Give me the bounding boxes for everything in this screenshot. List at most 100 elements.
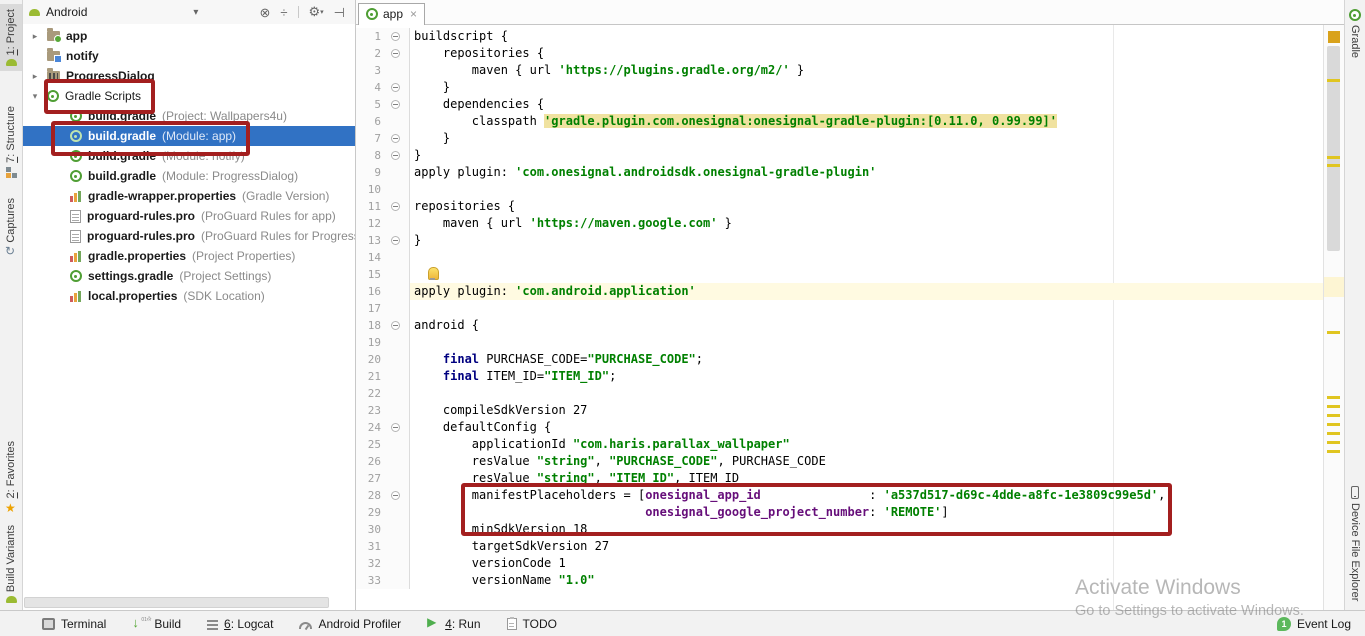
- event-log-button[interactable]: 1Event Log: [1277, 617, 1351, 631]
- code-text[interactable]: onesignal_google_project_number: 'REMOTE…: [410, 504, 1323, 521]
- code-text[interactable]: final PURCHASE_CODE="PURCHASE_CODE";: [410, 351, 1323, 368]
- code-token: "string": [537, 471, 595, 485]
- fold-open-icon[interactable]: [391, 32, 400, 41]
- locate-icon[interactable]: ⊗: [259, 6, 270, 19]
- code-token: "1.0": [559, 573, 595, 587]
- stripe-item-gradle[interactable]: Gradle: [1345, 4, 1365, 63]
- code-text[interactable]: classpath 'gradle.plugin.com.onesignal:o…: [410, 113, 1323, 130]
- code-text[interactable]: }: [410, 79, 1323, 96]
- project-view-selector[interactable]: Android: [46, 5, 87, 19]
- tree-item-progressdialog[interactable]: ▸ProgressDialog: [23, 66, 355, 86]
- code-text[interactable]: [410, 249, 1323, 266]
- intention-bulb-icon[interactable]: [428, 267, 439, 280]
- code-text[interactable]: maven { url 'https://plugins.gradle.org/…: [410, 62, 1323, 79]
- line-number: 5: [356, 96, 381, 113]
- android-profiler-button[interactable]: Android Profiler: [299, 617, 401, 631]
- stripe-item-favorites[interactable]: 2: Favorites: [0, 436, 22, 519]
- logcat-button[interactable]: 6: Logcat: [207, 617, 273, 631]
- code-text[interactable]: apply plugin: 'com.onesignal.androidsdk.…: [410, 164, 1323, 181]
- code-text[interactable]: [410, 181, 1323, 198]
- scrollbar-thumb[interactable]: [1327, 46, 1340, 251]
- code-text[interactable]: versionName "1.0": [410, 572, 1323, 589]
- tree-item-detail: (ProGuard Rules for app): [201, 209, 336, 223]
- stripe-item-build-variants[interactable]: Build Variants: [0, 520, 22, 608]
- tab-app[interactable]: app ×: [358, 3, 425, 25]
- code-text[interactable]: [410, 300, 1323, 317]
- fold-column: [381, 402, 409, 419]
- fold-close-icon[interactable]: [391, 151, 400, 160]
- stripe-item-device-file-explorer[interactable]: Device File Explorer: [1345, 481, 1365, 606]
- fold-close-icon[interactable]: [391, 236, 400, 245]
- tree-item-build-gradle-module-notify[interactable]: build.gradle(Module: notify): [23, 146, 355, 166]
- tree-item-build-gradle-module-app[interactable]: build.gradle(Module: app): [23, 126, 355, 146]
- code-text[interactable]: applicationId "com.haris.parallax_wallpa…: [410, 436, 1323, 453]
- tree-item-proguard-rules-pro-proguard-rules-for-app[interactable]: proguard-rules.pro(ProGuard Rules for ap…: [23, 206, 355, 226]
- tree-item-proguard-rules-pro-proguard-rules-for-progressdialog[interactable]: proguard-rules.pro(ProGuard Rules for Pr…: [23, 226, 355, 246]
- chevron-right-icon[interactable]: ▸: [29, 71, 41, 82]
- editor-gutter: 9: [356, 164, 410, 181]
- warning-mark: [1327, 414, 1340, 417]
- code-text[interactable]: }: [410, 147, 1323, 164]
- code-text[interactable]: resValue "string", "ITEM_ID", ITEM_ID: [410, 470, 1323, 487]
- code-text[interactable]: repositories {: [410, 45, 1323, 62]
- code-text[interactable]: targetSdkVersion 27: [410, 538, 1323, 555]
- code-text[interactable]: }: [410, 232, 1323, 249]
- stripe-item-project[interactable]: 1: Project: [0, 4, 22, 71]
- chevron-down-icon[interactable]: ▾: [193, 7, 198, 18]
- code-view[interactable]: 1buildscript {2 repositories {3 maven { …: [356, 25, 1323, 610]
- tree-item-gradle-scripts[interactable]: ▾Gradle Scripts: [23, 86, 355, 106]
- code-text[interactable]: versionCode 1: [410, 555, 1323, 572]
- tree-item-gradle-properties-project-properties[interactable]: gradle.properties(Project Properties): [23, 246, 355, 266]
- code-token: 'a537d517-d69c-4dde-a8fc-1e3809c99e5d': [884, 488, 1159, 502]
- code-text[interactable]: compileSdkVersion 27: [410, 402, 1323, 419]
- code-token: "PURCHASE_CODE": [609, 454, 717, 468]
- code-text[interactable]: apply plugin: 'com.android.application': [410, 283, 1323, 300]
- collapse-all-icon[interactable]: ÷: [280, 6, 287, 19]
- chevron-right-icon[interactable]: ▸: [29, 31, 41, 42]
- code-text[interactable]: repositories {: [410, 198, 1323, 215]
- build-button[interactable]: Build: [132, 617, 181, 631]
- code-text[interactable]: resValue "string", "PURCHASE_CODE", PURC…: [410, 453, 1323, 470]
- tree-item-local-properties-sdk-location[interactable]: local.properties(SDK Location): [23, 286, 355, 306]
- code-text[interactable]: manifestPlaceholders = [onesignal_app_id…: [410, 487, 1323, 504]
- code-text[interactable]: final ITEM_ID="ITEM_ID";: [410, 368, 1323, 385]
- code-text[interactable]: [410, 334, 1323, 351]
- terminal-button[interactable]: Terminal: [42, 617, 106, 631]
- fold-close-icon[interactable]: [391, 83, 400, 92]
- fold-open-icon[interactable]: [391, 100, 400, 109]
- editor-gutter: 15: [356, 266, 410, 283]
- tree-item-app[interactable]: ▸app: [23, 26, 355, 46]
- stripe-item-captures[interactable]: Captures: [0, 193, 22, 264]
- fold-open-icon[interactable]: [391, 423, 400, 432]
- fold-open-icon[interactable]: [391, 491, 400, 500]
- tree-item-build-gradle-module-progressdialog[interactable]: build.gradle(Module: ProgressDialog): [23, 166, 355, 186]
- tree-item-notify[interactable]: notify: [23, 46, 355, 66]
- tree-item-gradle-wrapper-properties-gradle-version[interactable]: gradle-wrapper.properties(Gradle Version…: [23, 186, 355, 206]
- code-text[interactable]: maven { url 'https://maven.google.com' }: [410, 215, 1323, 232]
- code-text[interactable]: [410, 266, 1323, 283]
- code-text[interactable]: dependencies {: [410, 96, 1323, 113]
- stripe-item-structure[interactable]: 7: Structure: [0, 101, 22, 183]
- code-text[interactable]: [410, 385, 1323, 402]
- tree-item-settings-gradle-project-settings[interactable]: settings.gradle(Project Settings): [23, 266, 355, 286]
- code-line-8: 8}: [356, 147, 1323, 164]
- chevron-down-icon[interactable]: ▾: [29, 91, 41, 102]
- run-button[interactable]: 4: Run: [427, 617, 480, 631]
- todo-button[interactable]: TODO: [507, 617, 557, 631]
- fold-open-icon[interactable]: [391, 321, 400, 330]
- fold-open-icon[interactable]: [391, 202, 400, 211]
- fold-close-icon[interactable]: [391, 134, 400, 143]
- fold-column: [381, 79, 409, 96]
- code-text[interactable]: buildscript {: [410, 28, 1323, 45]
- code-text[interactable]: minSdkVersion 18: [410, 521, 1323, 538]
- close-icon[interactable]: ×: [410, 9, 417, 19]
- tree-item-build-gradle-project-wallpapers4u[interactable]: build.gradle(Project: Wallpapers4u): [23, 106, 355, 126]
- code-text[interactable]: }: [410, 130, 1323, 147]
- gear-icon[interactable]: ⚙▾: [309, 5, 324, 19]
- hide-panel-icon[interactable]: ⊣: [334, 6, 345, 19]
- fold-open-icon[interactable]: [391, 49, 400, 58]
- code-text[interactable]: defaultConfig {: [410, 419, 1323, 436]
- code-text[interactable]: android {: [410, 317, 1323, 334]
- status-bar-left: Terminal Build 6: Logcat Android Profiler 4:…: [42, 617, 557, 631]
- project-horizontal-scrollbar[interactable]: [24, 597, 329, 608]
